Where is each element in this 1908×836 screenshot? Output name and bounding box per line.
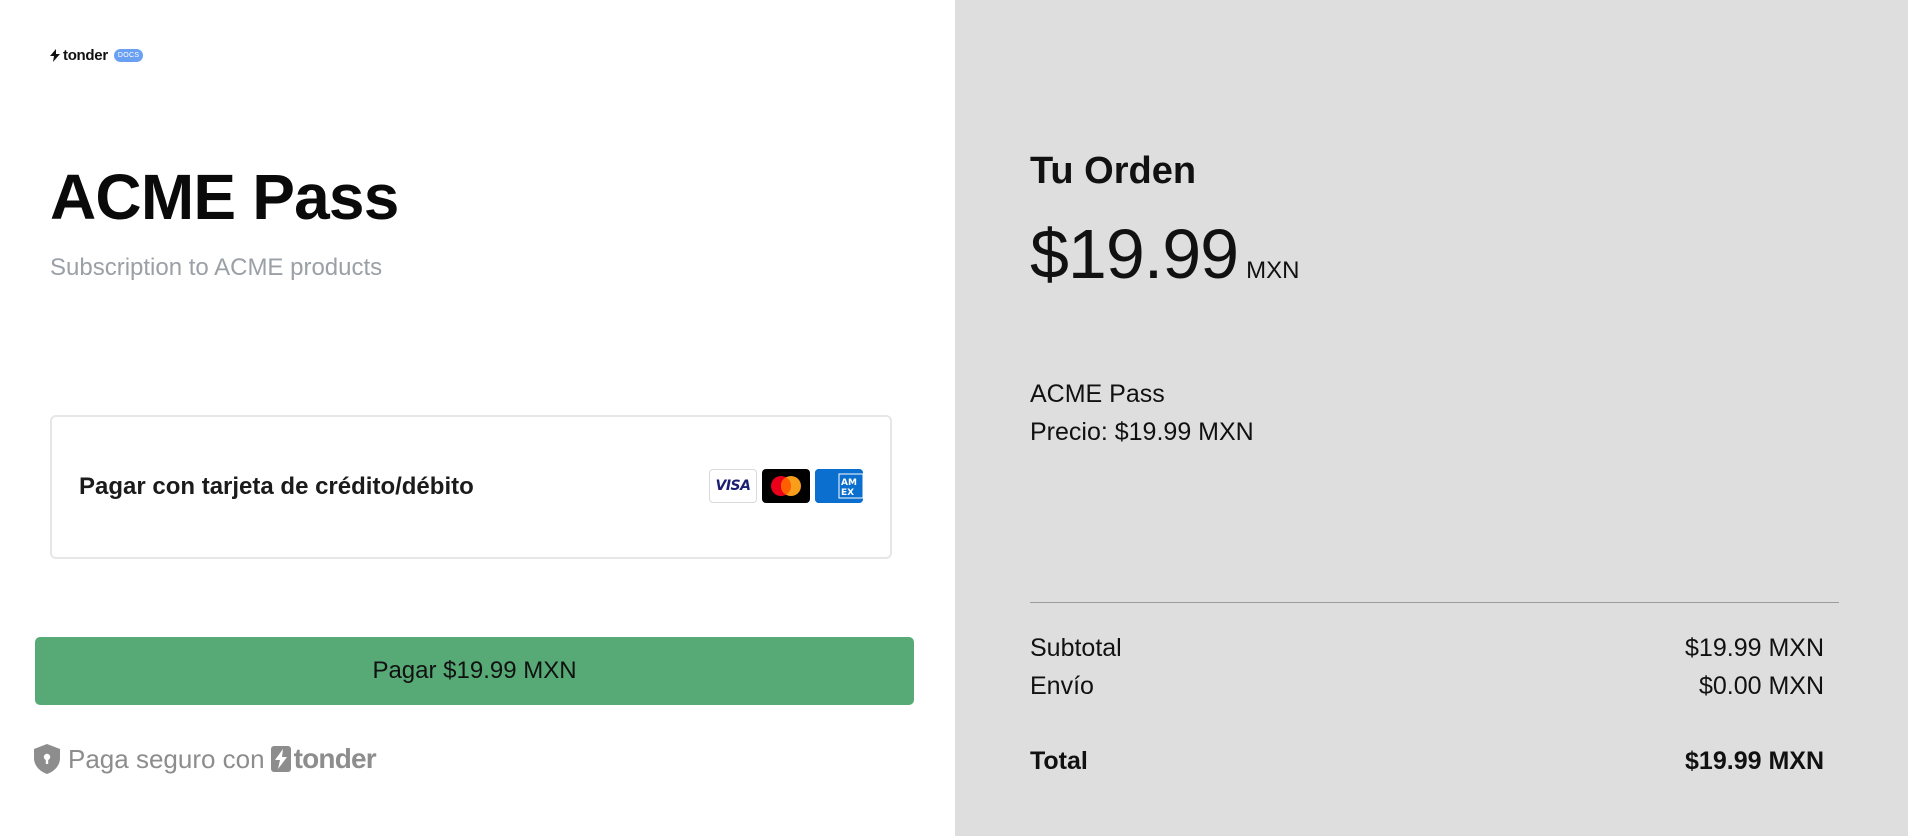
logo-text: tonder [63, 47, 108, 64]
subtotal-row: Subtotal $19.99 MXN [1030, 634, 1824, 663]
svg-text:AM: AM [841, 478, 857, 488]
order-amount-currency: MXN [1246, 257, 1300, 284]
tonder-brand: tonder [270, 743, 377, 775]
total-label: Total [1030, 747, 1088, 775]
order-item-price: Precio: $19.99 MXN [1030, 418, 1254, 446]
product-title: ACME Pass [50, 161, 399, 233]
svg-text:EX: EX [841, 488, 854, 498]
order-amount: $19.99 MXN [1030, 214, 1299, 294]
amex-icon: AM EX [815, 469, 863, 503]
subtotal-value: $19.99 MXN [1685, 634, 1824, 662]
subtotal-label: Subtotal [1030, 634, 1122, 662]
visa-icon: VISA [709, 469, 757, 503]
tonder-logo[interactable]: tonder DOCS [50, 47, 144, 64]
summary-divider [1030, 602, 1839, 603]
shipping-label: Envío [1030, 672, 1094, 700]
bolt-icon [50, 49, 60, 62]
order-item-name: ACME Pass [1030, 380, 1165, 408]
order-title: Tu Orden [1030, 150, 1197, 192]
order-amount-value: $19.99 [1030, 215, 1239, 293]
order-summary-panel: Tu Orden $19.99 MXN ACME Pass Precio: $1… [955, 0, 1908, 836]
total-row: Total $19.99 MXN [1030, 747, 1824, 776]
secure-payment-footer: Paga seguro con tonder [32, 743, 377, 775]
secure-text: Paga seguro con [68, 743, 265, 774]
card-payment-label: Pagar con tarjeta de crédito/débito [79, 473, 474, 500]
shipping-value: $0.00 MXN [1698, 672, 1824, 700]
card-payment-option[interactable]: Pagar con tarjeta de crédito/débito VISA [50, 415, 892, 559]
mastercard-icon [762, 469, 810, 503]
shield-icon [34, 744, 60, 774]
pay-button[interactable]: Pagar $19.99 MXN [35, 637, 914, 705]
docs-badge: DOCS [113, 49, 144, 62]
total-value: $19.99 MXN [1685, 747, 1824, 775]
card-brand-logos: VISA AM EX [709, 469, 863, 503]
checkout-page: tonder DOCS ACME Pass Subscription to AC… [0, 0, 1908, 836]
checkout-panel: tonder DOCS ACME Pass Subscription to AC… [0, 0, 955, 836]
shipping-row: Envío $0.00 MXN [1030, 672, 1824, 701]
tonder-bolt-icon [270, 746, 291, 772]
product-subtitle: Subscription to ACME products [50, 254, 383, 281]
